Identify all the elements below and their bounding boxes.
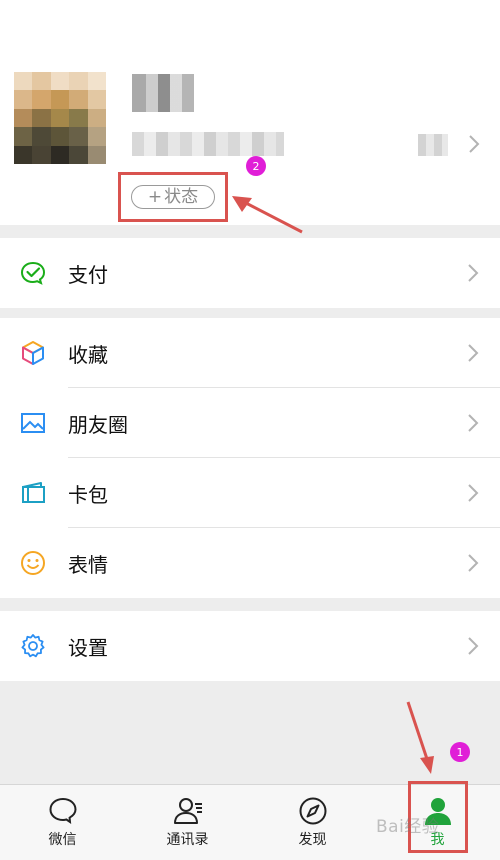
favorites-cube-icon xyxy=(18,338,48,368)
annotation-arrow-icon xyxy=(232,196,303,234)
qr-code-blurred[interactable] xyxy=(418,134,448,156)
profile-header[interactable]: 2 + 状态 xyxy=(0,0,500,234)
menu-label-favorites: 收藏 xyxy=(68,342,108,367)
chevron-right-icon xyxy=(468,264,479,282)
wechat-id-blurred xyxy=(132,132,284,156)
chevron-right-icon xyxy=(468,484,479,502)
chevron-right-icon xyxy=(469,135,480,153)
card-wallet-icon xyxy=(18,478,48,508)
chevron-right-icon xyxy=(468,344,479,362)
tab-label-discover: 发现 xyxy=(298,832,327,848)
tab-discover[interactable]: 发现 xyxy=(250,785,375,860)
smiley-icon xyxy=(18,548,48,578)
moments-picture-icon xyxy=(18,408,48,438)
avatar[interactable] xyxy=(14,72,106,164)
menu-item-favorites[interactable]: 收藏 xyxy=(0,318,500,388)
annotation-arrow-icon xyxy=(406,701,434,774)
tab-label-chats: 微信 xyxy=(48,832,77,848)
menu-item-moments[interactable]: 朋友圈 xyxy=(0,388,500,458)
pay-group: 支付 xyxy=(0,238,500,308)
add-status-button[interactable]: + 状态 xyxy=(131,185,215,209)
nickname-blurred xyxy=(132,74,194,112)
contacts-icon xyxy=(173,798,202,824)
annotation-badge-2: 2 xyxy=(246,156,266,176)
tab-label-contacts: 通讯录 xyxy=(166,832,209,848)
menu-item-settings[interactable]: 设置 xyxy=(0,611,500,681)
menu-label-settings: 设置 xyxy=(68,635,108,660)
status-annotation-box: + 状态 xyxy=(118,172,228,222)
features-group: 收藏 朋友圈 卡包 表情 xyxy=(0,318,500,598)
chevron-right-icon xyxy=(468,414,479,432)
plus-icon: + xyxy=(147,186,163,207)
menu-label-pay: 支付 xyxy=(68,262,108,287)
status-label: 状态 xyxy=(164,186,199,207)
menu-label-stickers: 表情 xyxy=(68,552,108,577)
gear-icon xyxy=(18,631,48,661)
menu-label-moments: 朋友圈 xyxy=(68,412,128,437)
tab-chats[interactable]: 微信 xyxy=(0,785,125,860)
chat-bubble-icon xyxy=(48,797,77,825)
compass-icon xyxy=(299,797,326,825)
chevron-right-icon xyxy=(468,554,479,572)
menu-item-pay[interactable]: 支付 xyxy=(0,238,500,308)
chevron-right-icon xyxy=(468,637,479,655)
watermark: Bai经验 xyxy=(376,817,440,837)
tab-contacts[interactable]: 通讯录 xyxy=(125,785,250,860)
menu-label-cards: 卡包 xyxy=(68,482,108,507)
avatar-pixelation xyxy=(14,72,106,164)
pay-icon xyxy=(18,258,48,288)
menu-item-stickers[interactable]: 表情 xyxy=(0,528,500,598)
settings-group: 设置 xyxy=(0,611,500,681)
annotation-badge-1: 1 xyxy=(450,742,470,762)
menu-item-cards[interactable]: 卡包 xyxy=(0,458,500,528)
